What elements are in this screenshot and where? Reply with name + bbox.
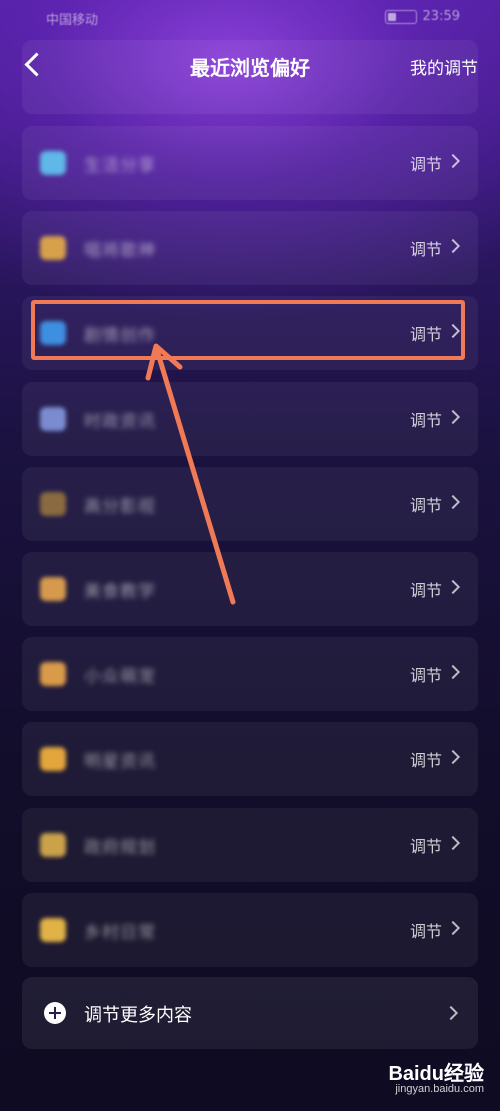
adjust-label[interactable]: 调节 — [410, 577, 442, 601]
singer-icon — [40, 236, 66, 261]
category-name: 时政资讯 — [84, 411, 156, 432]
farmer-icon — [40, 917, 66, 942]
tv-icon — [40, 151, 66, 175]
chevron-right-icon — [443, 1005, 459, 1021]
satellite-icon — [40, 406, 66, 431]
category-row[interactable]: 生活分享 调节 — [22, 126, 478, 200]
pet-icon — [40, 662, 66, 687]
chevron-right-icon — [445, 239, 461, 254]
category-name: 生活分享 — [84, 156, 156, 176]
adjust-more-button[interactable]: 调节更多内容 — [22, 977, 478, 1049]
battery-icon — [384, 9, 417, 24]
chevron-right-icon — [445, 409, 461, 424]
highlight-box — [31, 300, 465, 360]
star-person-icon — [40, 747, 66, 772]
category-name: 小众萌宠 — [84, 667, 156, 688]
government-icon — [40, 832, 66, 857]
film-strip-icon — [40, 491, 66, 516]
category-row[interactable]: 明星资讯 调节 — [22, 722, 478, 797]
adjust-label[interactable]: 调节 — [410, 833, 442, 857]
adjust-label[interactable]: 调节 — [410, 918, 442, 942]
adjust-label[interactable]: 调节 — [410, 236, 442, 260]
category-row[interactable]: 唱将歌神 调节 — [22, 211, 478, 286]
category-name: 唱将歌神 — [84, 241, 156, 262]
category-row[interactable]: 政府规划 调节 — [22, 807, 478, 882]
adjust-more-label: 调节更多内容 — [84, 1005, 192, 1026]
food-icon — [40, 577, 66, 601]
adjust-label[interactable]: 调节 — [410, 747, 442, 771]
chevron-right-icon — [445, 920, 461, 935]
adjust-label[interactable]: 调节 — [410, 662, 442, 686]
partial-row — [22, 40, 478, 114]
chevron-right-icon — [445, 494, 461, 509]
category-row[interactable]: 高分影视 调节 — [22, 466, 478, 541]
category-row[interactable]: 小众萌宠 调节 — [22, 637, 478, 712]
status-right: 23:59 — [384, 9, 460, 24]
category-row[interactable]: 时政资讯 调节 — [22, 381, 478, 456]
adjust-label[interactable]: 调节 — [410, 151, 442, 175]
clock: 23:59 — [422, 9, 460, 24]
category-name: 乡村日常 — [84, 922, 156, 943]
adjust-label[interactable]: 调节 — [410, 492, 442, 516]
watermark-logo: Baidu经验 — [388, 1063, 484, 1085]
category-row[interactable]: 美食教学 调节 — [22, 552, 478, 626]
adjust-label[interactable]: 调节 — [410, 407, 442, 431]
baidu-watermark: Baidu经验 jingyan.baidu.com — [364, 1057, 484, 1101]
category-row[interactable]: 乡村日常 调节 — [22, 892, 478, 967]
status-bar: 中国移动 23:59 — [0, 0, 500, 36]
plus-circle-icon — [44, 1002, 66, 1024]
category-name: 美食教学 — [84, 582, 156, 602]
category-name: 明星资讯 — [84, 752, 156, 773]
chevron-right-icon — [445, 665, 461, 680]
chevron-right-icon — [445, 579, 461, 595]
category-name: 政府规划 — [84, 837, 156, 858]
chevron-right-icon — [445, 153, 461, 169]
category-name: 高分影视 — [84, 496, 156, 517]
chevron-right-icon — [445, 835, 461, 850]
carrier-label: 中国移动 — [46, 13, 99, 28]
watermark-url: jingyan.baidu.com — [395, 1083, 484, 1095]
chevron-right-icon — [445, 750, 461, 765]
